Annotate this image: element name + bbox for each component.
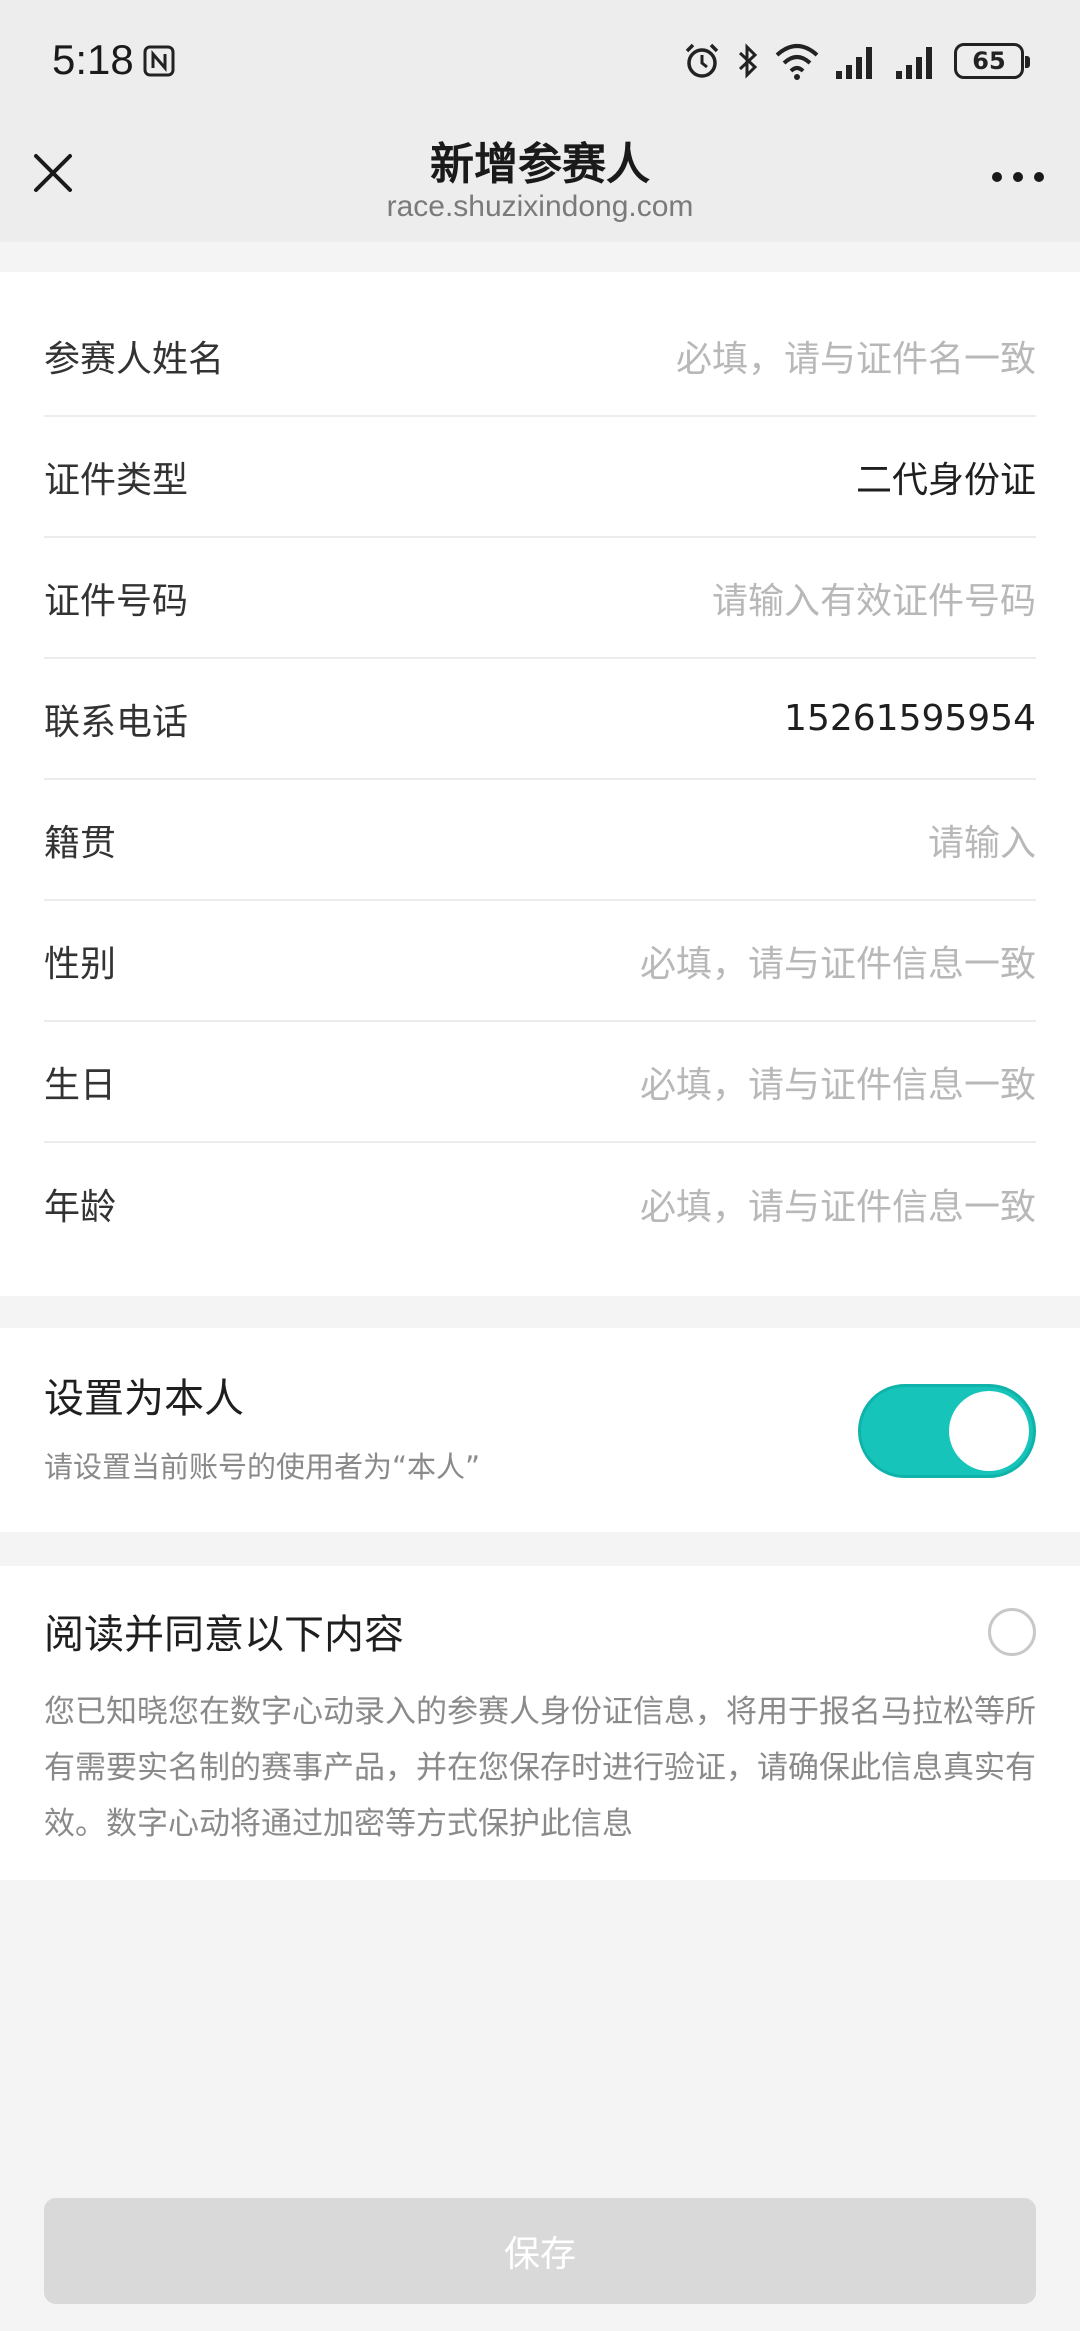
birthday-picker[interactable]: 必填，请与证件信息一致 <box>640 1056 1036 1108</box>
status-time: 5:18 <box>52 36 134 83</box>
nfc-icon <box>143 45 175 77</box>
bluetooth-icon <box>738 43 758 79</box>
save-button[interactable]: 保存 <box>44 2198 1036 2304</box>
form-row-name[interactable]: 参赛人姓名 必填，请与证件名一致 <box>44 296 1036 417</box>
form-label: 证件号码 <box>44 580 189 622</box>
agreement-checkbox[interactable] <box>988 1608 1036 1656</box>
form-row-birthday[interactable]: 生日 必填，请与证件信息一致 <box>44 1022 1036 1143</box>
form-label: 联系电话 <box>44 701 189 743</box>
agreement-section: 阅读并同意以下内容 您已知晓您在数字心动录入的参赛人身份证信息，将用于报名马拉松… <box>0 1566 1080 1880</box>
form-row-phone[interactable]: 联系电话 15261595954 <box>44 659 1036 780</box>
form-row-age[interactable]: 年龄 必填，请与证件信息一致 <box>44 1143 1036 1264</box>
form-label: 参赛人姓名 <box>44 338 225 380</box>
self-setting-section: 设置为本人 请设置当前账号的使用者为“本人” <box>0 1328 1080 1532</box>
battery-level: 65 <box>972 47 1006 75</box>
title-bar: 新增参赛人 race.shuzixindong.com <box>0 120 1080 242</box>
self-setting-description: 请设置当前账号的使用者为“本人” <box>44 1450 481 1484</box>
status-icons: 65 <box>682 40 1030 82</box>
form-label: 性别 <box>44 943 117 985</box>
agreement-title: 阅读并同意以下内容 <box>44 1612 404 1658</box>
phone-input[interactable]: 15261595954 <box>784 698 1036 739</box>
participant-form: 参赛人姓名 必填，请与证件名一致 证件类型 二代身份证 证件号码 请输入有效证件… <box>0 272 1080 1296</box>
form-row-native-place[interactable]: 籍贯 请输入 <box>44 780 1036 901</box>
form-label: 籍贯 <box>44 822 117 864</box>
form-label: 年龄 <box>44 1186 117 1228</box>
self-setting-title: 设置为本人 <box>44 1376 244 1422</box>
form-row-gender[interactable]: 性别 必填，请与证件信息一致 <box>44 901 1036 1022</box>
wifi-icon <box>775 44 819 80</box>
native-place-input[interactable]: 请输入 <box>928 814 1036 866</box>
age-input[interactable]: 必填，请与证件信息一致 <box>640 1178 1036 1230</box>
page-title: 新增参赛人 <box>430 139 650 190</box>
gender-select[interactable]: 必填，请与证件信息一致 <box>640 935 1036 987</box>
more-icon[interactable] <box>990 170 1046 184</box>
agreement-text: 您已知晓您在数字心动录入的参赛人身份证信息，将用于报名马拉松等所有需要实名制的赛… <box>44 1694 1036 1842</box>
signal-icon-2 <box>896 47 932 79</box>
alarm-icon <box>685 43 719 78</box>
page-url: race.shuzixindong.com <box>386 190 694 223</box>
form-label: 生日 <box>44 1064 117 1106</box>
battery-icon: 65 <box>954 43 1030 79</box>
form-label: 证件类型 <box>44 459 189 501</box>
name-input[interactable]: 必填，请与证件名一致 <box>676 330 1036 382</box>
form-row-id-type[interactable]: 证件类型 二代身份证 <box>44 417 1036 538</box>
id-type-select[interactable]: 二代身份证 <box>856 451 1036 503</box>
form-row-id-number[interactable]: 证件号码 请输入有效证件号码 <box>44 538 1036 659</box>
id-number-input[interactable]: 请输入有效证件号码 <box>712 572 1036 624</box>
status-bar: 5:18 65 <box>0 0 1080 120</box>
signal-icon-1 <box>836 47 872 79</box>
self-toggle[interactable] <box>858 1384 1036 1478</box>
toggle-knob <box>949 1391 1029 1471</box>
